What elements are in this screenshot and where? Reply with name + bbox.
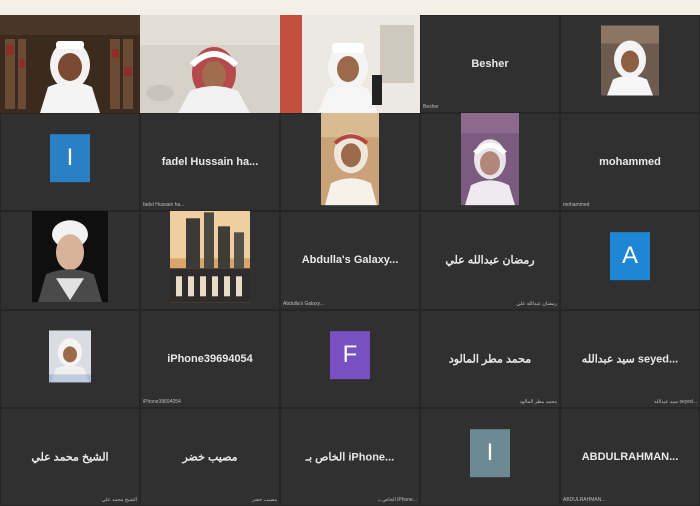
participant-profile-photo <box>170 211 250 303</box>
participant-display-name: محمد مطر المالود <box>448 353 532 366</box>
avatar-letter: A <box>621 242 638 270</box>
participant-name-tag: محمد مطر المالود <box>519 398 557 405</box>
participant-display-name: ABDULRAHMAN... <box>581 450 679 463</box>
participant-name-tag: ABDULRAHMAN... <box>563 496 606 503</box>
participant-display-name: ...seyed سيد عبدالله <box>581 353 679 366</box>
avatar-letter: I <box>486 439 494 467</box>
participant-display-name: Besher <box>471 58 509 71</box>
avatar-letter: F <box>342 340 358 368</box>
participant-tile-seyed[interactable]: ...seyed سيد عبدالله ...seyed سيد عبدالل… <box>560 309 700 408</box>
participant-tile-avatar-i-2[interactable]: I <box>420 407 560 506</box>
participant-profile-photo <box>49 330 91 383</box>
meeting-gallery-view: Besher Besher I fadel Hussain ha... fade… <box>0 15 700 506</box>
participant-video-1 <box>0 15 140 113</box>
participant-tile-mohammed-matar[interactable]: محمد مطر المالود محمد مطر المالود <box>420 309 560 408</box>
participant-display-name: الشيخ محمد علي <box>31 451 109 464</box>
participant-video-2 <box>140 15 280 113</box>
participant-tile-iphone39694054[interactable]: iPhone39694054 iPhone39694054 <box>140 309 280 408</box>
participant-name-tag: fadel Hussain ha... <box>143 202 185 209</box>
participant-display-name: مصيب خضر <box>182 451 238 464</box>
participant-tile-sheikh-mohammed-ali[interactable]: الشيخ محمد علي الشيخ محمد علي <box>0 407 140 506</box>
participant-tile-fadel[interactable]: fadel Hussain ha... fadel Hussain ha... <box>140 113 280 212</box>
participant-name-tag: Abdulla's Galaxy... <box>283 300 324 307</box>
participant-tile-video-3[interactable] <box>280 15 420 114</box>
participant-tile-abdulrahman[interactable]: ABDULRAHMAN... ABDULRAHMAN... <box>560 407 700 506</box>
participant-name-tag: Besher <box>423 104 439 111</box>
participant-display-name: mohammed <box>599 156 661 169</box>
participant-display-name: iPhone39694054 <box>167 352 253 365</box>
participant-tile-photo-2[interactable] <box>420 113 560 212</box>
participant-tile-video-5[interactable] <box>560 15 700 114</box>
participant-tile-musib-khader[interactable]: مصيب خضر مصيب خضر <box>140 407 280 506</box>
participant-tile-photo-4[interactable] <box>140 211 280 310</box>
participant-video-3 <box>280 15 420 113</box>
participant-grid: Besher Besher I fadel Hussain ha... fade… <box>0 15 700 506</box>
participant-display-name: ...iPhone الخاص بـ <box>305 451 395 464</box>
participant-tile-abdulla-galaxy[interactable]: Abdulla's Galaxy... Abdulla's Galaxy... <box>280 211 420 310</box>
participant-tile-iphone-private[interactable]: ...iPhone الخاص بـ ...iPhone الخاص بـ <box>280 407 420 506</box>
participant-tile-photo-1[interactable] <box>280 113 420 212</box>
participant-video-5 <box>601 25 659 96</box>
participant-display-name: رمضان عبدالله علي <box>445 254 535 267</box>
participant-profile-photo <box>32 211 108 303</box>
participant-name-tag: الشيخ محمد علي <box>101 496 137 503</box>
participant-name-tag: mohammed <box>563 202 590 209</box>
participant-avatar: A <box>610 232 650 281</box>
participant-display-name: Abdulla's Galaxy... <box>301 254 399 267</box>
participant-tile-avatar-i[interactable]: I <box>0 113 140 212</box>
participant-name-tag: iPhone39694054 <box>143 398 181 405</box>
participant-tile-besher[interactable]: Besher Besher <box>420 15 560 114</box>
participant-tile-mohammed[interactable]: mohammed mohammed <box>560 113 700 212</box>
participant-name-tag: ...seyed سيد عبدالله <box>654 398 697 405</box>
participant-tile-video-2[interactable] <box>140 15 280 114</box>
participant-tile-avatar-f[interactable]: F <box>280 309 420 408</box>
participant-avatar: F <box>330 330 370 379</box>
participant-tile-video-1[interactable] <box>0 15 140 114</box>
participant-avatar: I <box>50 134 90 183</box>
participant-tile-photo-5[interactable] <box>0 309 140 408</box>
participant-avatar: I <box>470 429 510 478</box>
participant-name-tag: رمضان عبدالله علي <box>516 300 557 307</box>
participant-name-tag: ...iPhone الخاص بـ <box>377 496 417 503</box>
participant-display-name: fadel Hussain ha... <box>161 156 259 169</box>
avatar-letter: I <box>66 144 74 172</box>
participant-name-tag: مصيب خضر <box>251 496 277 503</box>
participant-profile-photo <box>321 113 379 206</box>
participant-tile-ramadan[interactable]: رمضان عبدالله علي رمضان عبدالله علي <box>420 211 560 310</box>
participant-profile-photo <box>461 113 519 206</box>
participant-tile-photo-3[interactable] <box>0 211 140 310</box>
participant-tile-avatar-a[interactable]: A <box>560 211 700 310</box>
